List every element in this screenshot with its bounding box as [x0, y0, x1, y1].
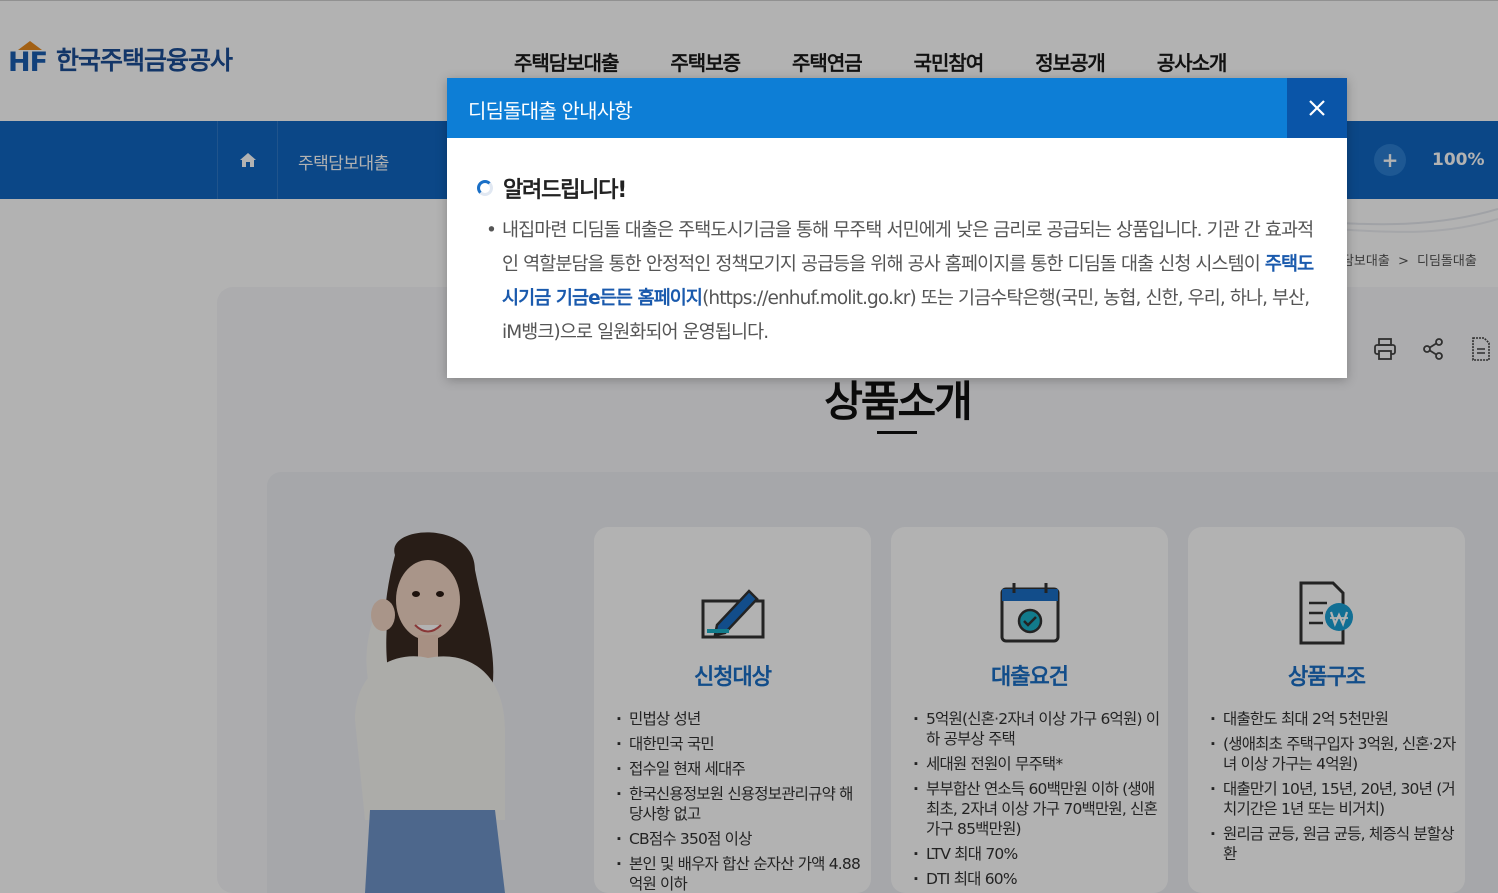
modal-close-button[interactable] [1287, 78, 1347, 138]
modal-header: 디딤돌대출 안내사항 [447, 78, 1347, 138]
notice-modal: 디딤돌대출 안내사항 알려드립니다! • 내집마련 디딤돌 대출은 주택도시기금… [447, 78, 1347, 378]
close-icon [1309, 100, 1325, 116]
notice-bullet: • [486, 220, 497, 241]
notice-title: 알려드립니다! [503, 178, 627, 203]
notice-text-part1: 내집마련 디딤돌 대출은 주택도시기금을 통해 무주택 서민에게 낮은 금리로 … [502, 220, 1314, 275]
loading-spinner-icon [477, 180, 493, 196]
notice-body: • 내집마련 디딤돌 대출은 주택도시기금을 통해 무주택 서민에게 낮은 금리… [486, 214, 1317, 350]
notice-heading: 알려드립니다! [477, 172, 627, 204]
modal-title: 디딤돌대출 안내사항 [468, 99, 633, 123]
